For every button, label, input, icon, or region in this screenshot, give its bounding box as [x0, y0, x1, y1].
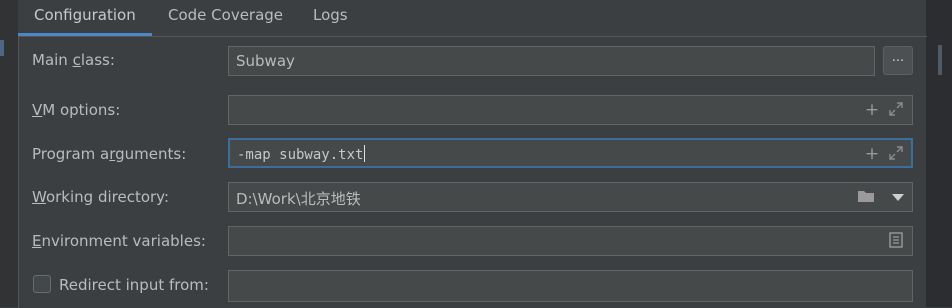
- tab-logs[interactable]: Logs: [297, 0, 364, 33]
- program-arguments-value: -map subway.txt: [237, 145, 366, 163]
- expand-icon[interactable]: [887, 145, 905, 163]
- program-arguments-label: Program arguments:: [32, 145, 187, 163]
- right-edge-strip: [926, 0, 952, 307]
- scrollbar-thumb[interactable]: [938, 45, 942, 75]
- tab-code-coverage[interactable]: Code Coverage: [152, 0, 299, 33]
- working-directory-field[interactable]: D:\Work\北京地铁: [228, 182, 885, 212]
- folder-icon[interactable]: [857, 188, 875, 206]
- document-icon[interactable]: [887, 232, 905, 250]
- program-arguments-field[interactable]: -map subway.txt +: [228, 138, 913, 168]
- configuration-panel: [18, 36, 927, 308]
- working-directory-dropdown[interactable]: [884, 182, 913, 212]
- working-directory-value: D:\Work\北京地铁: [236, 190, 361, 208]
- left-edge-marker: [0, 40, 4, 56]
- main-class-value: Subway: [236, 52, 295, 70]
- add-icon[interactable]: +: [863, 101, 881, 119]
- chevron-down-icon: [892, 194, 904, 201]
- add-icon[interactable]: +: [863, 145, 881, 163]
- text-caret: [364, 145, 366, 162]
- environment-variables-label: Environment variables:: [32, 232, 206, 250]
- working-directory-label: Working directory:: [32, 188, 170, 206]
- main-class-field[interactable]: Subway: [228, 46, 875, 76]
- expand-icon[interactable]: [887, 101, 905, 119]
- environment-variables-field[interactable]: [228, 226, 913, 256]
- tab-configuration[interactable]: Configuration: [18, 0, 152, 36]
- redirect-input-checkbox[interactable]: [33, 275, 51, 293]
- vm-options-field[interactable]: +: [228, 95, 913, 125]
- main-class-label: Main class:: [32, 51, 115, 69]
- tab-bar: Configuration Code Coverage Logs: [18, 0, 926, 36]
- browse-main-class-button[interactable]: ...: [883, 46, 913, 75]
- redirect-input-field[interactable]: [228, 270, 913, 302]
- redirect-input-label: Redirect input from:: [59, 276, 209, 294]
- vm-options-label: VM options:: [32, 101, 121, 119]
- left-edge-strip: [0, 0, 18, 307]
